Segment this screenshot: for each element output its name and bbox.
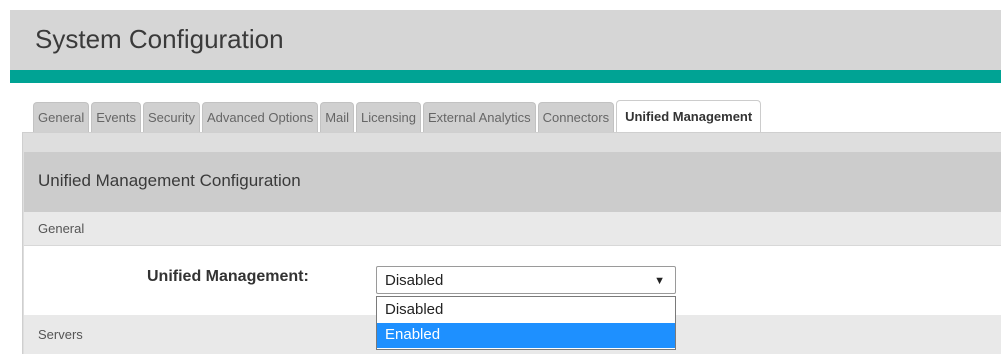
section-servers-label: Servers (38, 327, 83, 342)
tab-security[interactable]: Security (143, 102, 200, 132)
unified-management-dropdown: Disabled Enabled (376, 296, 676, 350)
page: System Configuration General Events Secu… (0, 0, 1001, 354)
tab-events[interactable]: Events (91, 102, 141, 132)
tab-unified-management[interactable]: Unified Management (616, 100, 762, 132)
select-value: Disabled (385, 272, 444, 289)
tab-connectors[interactable]: Connectors (537, 102, 615, 132)
page-title: System Configuration (35, 24, 284, 54)
panel-title: Unified Management Configuration (38, 171, 301, 190)
tab-general[interactable]: General (33, 102, 90, 132)
page-header: System Configuration (10, 10, 1001, 70)
triangle-down-icon: ▼ (654, 275, 665, 287)
panel-header: Unified Management Configuration (24, 152, 1001, 212)
option-disabled[interactable]: Disabled (377, 298, 675, 323)
unified-management-select[interactable]: Disabled ▼ (376, 266, 676, 294)
tab-advanced-options[interactable]: Advanced Options (201, 102, 319, 132)
unified-management-label: Unified Management: (147, 268, 309, 285)
section-general: General (24, 212, 1001, 246)
section-general-label: General (38, 221, 85, 236)
tab-bar: General Events Security Advanced Options… (33, 100, 762, 132)
tab-mail[interactable]: Mail (320, 102, 355, 132)
tab-licensing[interactable]: Licensing (356, 102, 421, 132)
option-enabled[interactable]: Enabled (377, 323, 675, 348)
accent-bar (10, 70, 1001, 83)
tab-external-analytics[interactable]: External Analytics (422, 102, 536, 132)
